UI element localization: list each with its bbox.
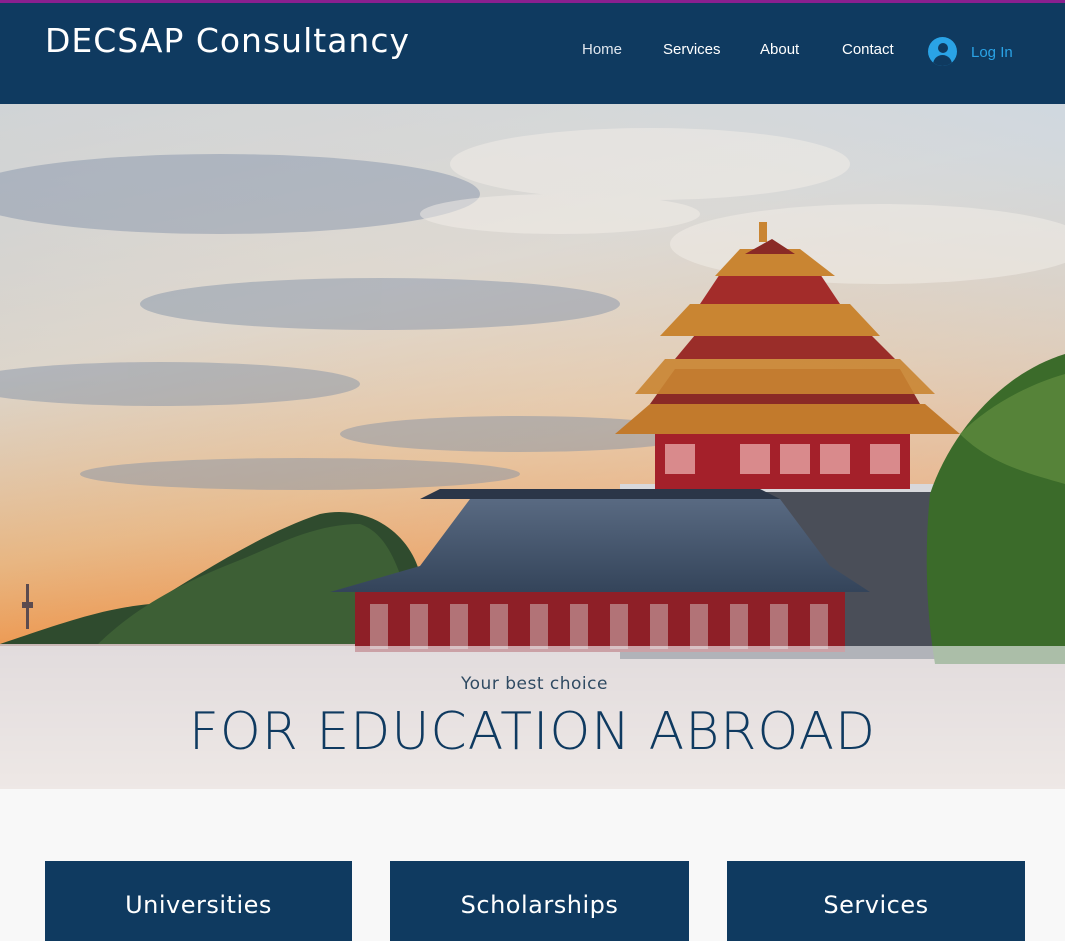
card-scholarships[interactable]: Scholarships <box>390 861 689 941</box>
card-label[interactable]: Services <box>727 891 1025 919</box>
card-universities[interactable]: Universities <box>45 861 352 941</box>
hero-banner: Your best choice FOR EDUCATION ABROAD <box>0 646 1065 789</box>
card-services[interactable]: Services <box>727 861 1025 941</box>
card-label[interactable]: Scholarships <box>390 891 689 919</box>
login-label[interactable]: Log In <box>971 44 1013 61</box>
nav-item-about[interactable]: About <box>760 41 799 58</box>
nav-item-home[interactable]: Home <box>582 41 622 58</box>
hero-section: Your best choice FOR EDUCATION ABROAD <box>0 104 1065 789</box>
site-header: DECSAP Consultancy Home Services About C… <box>0 3 1065 104</box>
nav-item-contact[interactable]: Contact <box>842 41 894 58</box>
hero-headline: FOR EDUCATION ABROAD <box>188 702 877 762</box>
user-avatar-icon[interactable] <box>928 37 957 66</box>
hero-tagline: Your best choice <box>461 674 608 694</box>
card-label[interactable]: Universities <box>45 891 352 919</box>
feature-cards: Universities Scholarships Services <box>0 789 1065 941</box>
main-nav: Home Services About Contact <box>0 41 1065 65</box>
nav-item-services[interactable]: Services <box>663 41 721 58</box>
